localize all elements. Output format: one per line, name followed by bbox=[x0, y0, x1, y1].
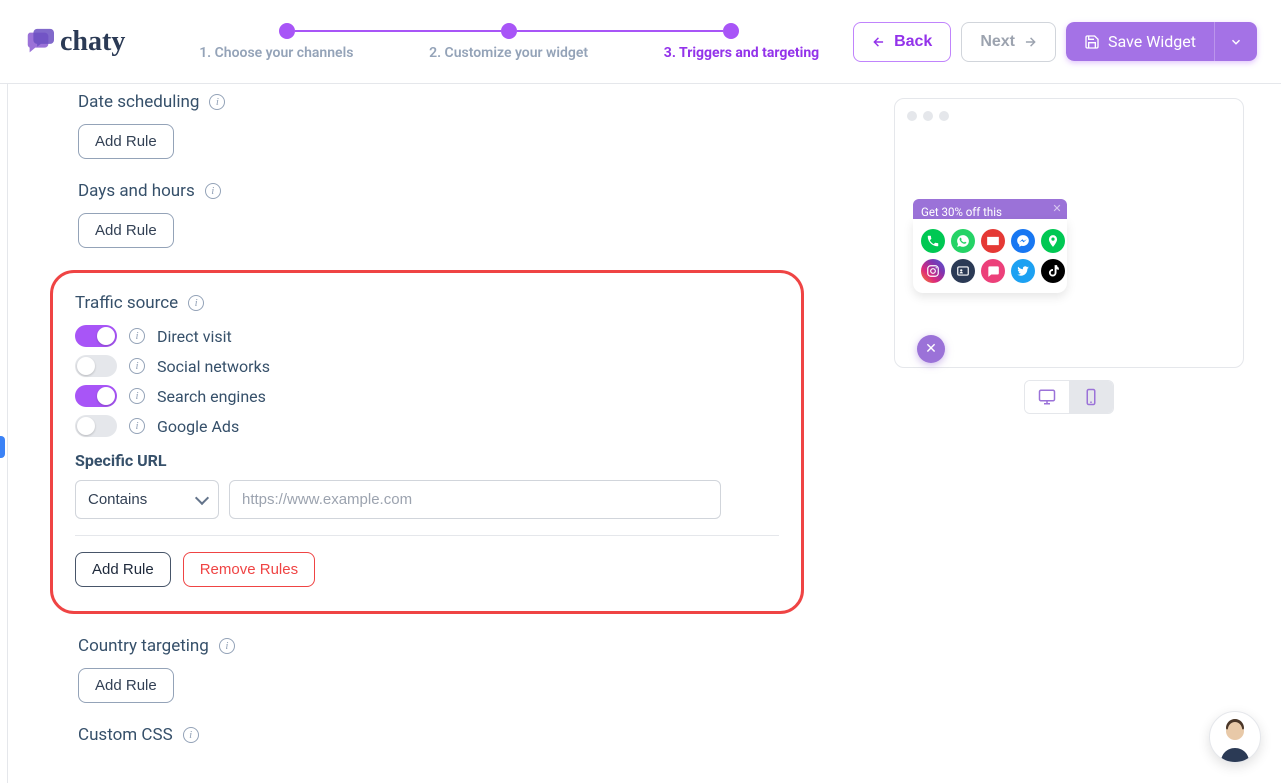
specific-url-heading: Specific URL bbox=[75, 451, 779, 470]
add-rule-traffic-source-button[interactable]: Add Rule bbox=[75, 552, 171, 587]
step-3-dot[interactable] bbox=[723, 23, 739, 39]
chevron-down-icon bbox=[1229, 35, 1243, 49]
instagram-icon[interactable] bbox=[921, 259, 945, 283]
save-widget-more-button[interactable] bbox=[1214, 22, 1257, 61]
section-country-targeting: Country targeting i Add Rule bbox=[78, 636, 838, 703]
step-3-label[interactable]: 3. Triggers and targeting bbox=[664, 45, 819, 61]
save-icon bbox=[1084, 34, 1100, 50]
info-icon[interactable]: i bbox=[129, 418, 145, 434]
app-header: chaty 1. Choose your channels 2. Customi… bbox=[0, 0, 1281, 84]
info-icon[interactable]: i bbox=[188, 295, 204, 311]
next-button[interactable]: Next bbox=[961, 22, 1056, 62]
tiktok-icon[interactable] bbox=[1041, 259, 1065, 283]
sms-icon[interactable] bbox=[981, 259, 1005, 283]
preview-channel-grid bbox=[913, 219, 1067, 293]
avatar-icon bbox=[1215, 716, 1255, 762]
vcard-icon[interactable] bbox=[951, 259, 975, 283]
mobile-icon bbox=[1082, 388, 1100, 406]
left-rail bbox=[0, 84, 8, 783]
section-days-hours: Days and hours i Add Rule bbox=[78, 181, 838, 248]
add-rule-days-hours-button[interactable]: Add Rule bbox=[78, 213, 174, 248]
url-input[interactable] bbox=[229, 480, 721, 519]
step-1-label[interactable]: 1. Choose your channels bbox=[199, 45, 353, 61]
section-traffic-source: Traffic source i i Direct visit i Social… bbox=[50, 270, 804, 614]
info-icon[interactable]: i bbox=[209, 94, 225, 110]
google-ads-label: Google Ads bbox=[157, 417, 239, 436]
custom-css-title: Custom CSS bbox=[78, 725, 173, 745]
days-hours-title: Days and hours bbox=[78, 181, 195, 201]
step-2-label[interactable]: 2. Customize your widget bbox=[429, 45, 588, 61]
divider bbox=[75, 535, 779, 536]
content-area[interactable]: Date scheduling i Add Rule Days and hour… bbox=[8, 84, 881, 783]
desktop-preview-button[interactable] bbox=[1025, 381, 1069, 413]
direct-visit-toggle[interactable] bbox=[75, 325, 117, 347]
support-avatar[interactable] bbox=[1209, 711, 1261, 763]
country-targeting-title: Country targeting bbox=[78, 636, 209, 656]
remove-rules-button[interactable]: Remove Rules bbox=[183, 552, 315, 587]
add-rule-date-scheduling-button[interactable]: Add Rule bbox=[78, 124, 174, 159]
logo[interactable]: chaty bbox=[24, 26, 125, 58]
twitter-icon[interactable] bbox=[1011, 259, 1035, 283]
direct-visit-label: Direct visit bbox=[157, 327, 232, 346]
traffic-source-title: Traffic source bbox=[75, 293, 178, 313]
google-ads-toggle[interactable] bbox=[75, 415, 117, 437]
step-1-dot[interactable] bbox=[279, 23, 295, 39]
whatsapp-icon[interactable] bbox=[951, 229, 975, 253]
arrow-right-icon bbox=[1023, 35, 1037, 49]
logo-mark-icon bbox=[24, 27, 54, 57]
messenger-icon[interactable] bbox=[1011, 229, 1035, 253]
device-toggle bbox=[1024, 380, 1114, 414]
step-2-dot[interactable] bbox=[501, 23, 517, 39]
save-widget-button[interactable]: Save Widget bbox=[1066, 22, 1214, 61]
desktop-icon bbox=[1038, 388, 1056, 406]
phone-icon[interactable] bbox=[921, 229, 945, 253]
header-actions: Back Next Save Widget bbox=[853, 22, 1257, 62]
preview-column: Get 30% off this halloween ✕ ✕ bbox=[881, 84, 1281, 783]
email-icon[interactable] bbox=[981, 229, 1005, 253]
arrow-left-icon bbox=[872, 35, 886, 49]
info-icon[interactable]: i bbox=[183, 727, 199, 743]
section-custom-css: Custom CSS i bbox=[78, 725, 838, 745]
save-widget-group: Save Widget bbox=[1066, 22, 1257, 61]
preview-card: Get 30% off this halloween ✕ ✕ bbox=[894, 98, 1244, 368]
main-layout: Date scheduling i Add Rule Days and hour… bbox=[0, 84, 1281, 783]
info-icon[interactable]: i bbox=[129, 358, 145, 374]
info-icon[interactable]: i bbox=[129, 388, 145, 404]
mac-dots bbox=[907, 111, 1231, 121]
progress-steps: 1. Choose your channels 2. Customize you… bbox=[165, 23, 853, 61]
search-engines-label: Search engines bbox=[157, 387, 266, 406]
add-rule-country-targeting-button[interactable]: Add Rule bbox=[78, 668, 174, 703]
url-match-select[interactable]: Contains bbox=[75, 480, 219, 519]
back-button[interactable]: Back bbox=[853, 22, 951, 62]
mobile-preview-button[interactable] bbox=[1069, 381, 1113, 413]
logo-text: chaty bbox=[60, 26, 125, 58]
close-icon[interactable]: ✕ bbox=[1051, 203, 1063, 215]
preview-close-bubble[interactable]: ✕ bbox=[917, 335, 945, 363]
date-scheduling-title: Date scheduling bbox=[78, 92, 199, 112]
info-icon[interactable]: i bbox=[205, 183, 221, 199]
info-icon[interactable]: i bbox=[129, 328, 145, 344]
social-networks-label: Social networks bbox=[157, 357, 270, 376]
location-icon[interactable] bbox=[1041, 229, 1065, 253]
info-icon[interactable]: i bbox=[219, 638, 235, 654]
section-date-scheduling: Date scheduling i Add Rule bbox=[78, 92, 838, 159]
social-networks-toggle[interactable] bbox=[75, 355, 117, 377]
search-engines-toggle[interactable] bbox=[75, 385, 117, 407]
